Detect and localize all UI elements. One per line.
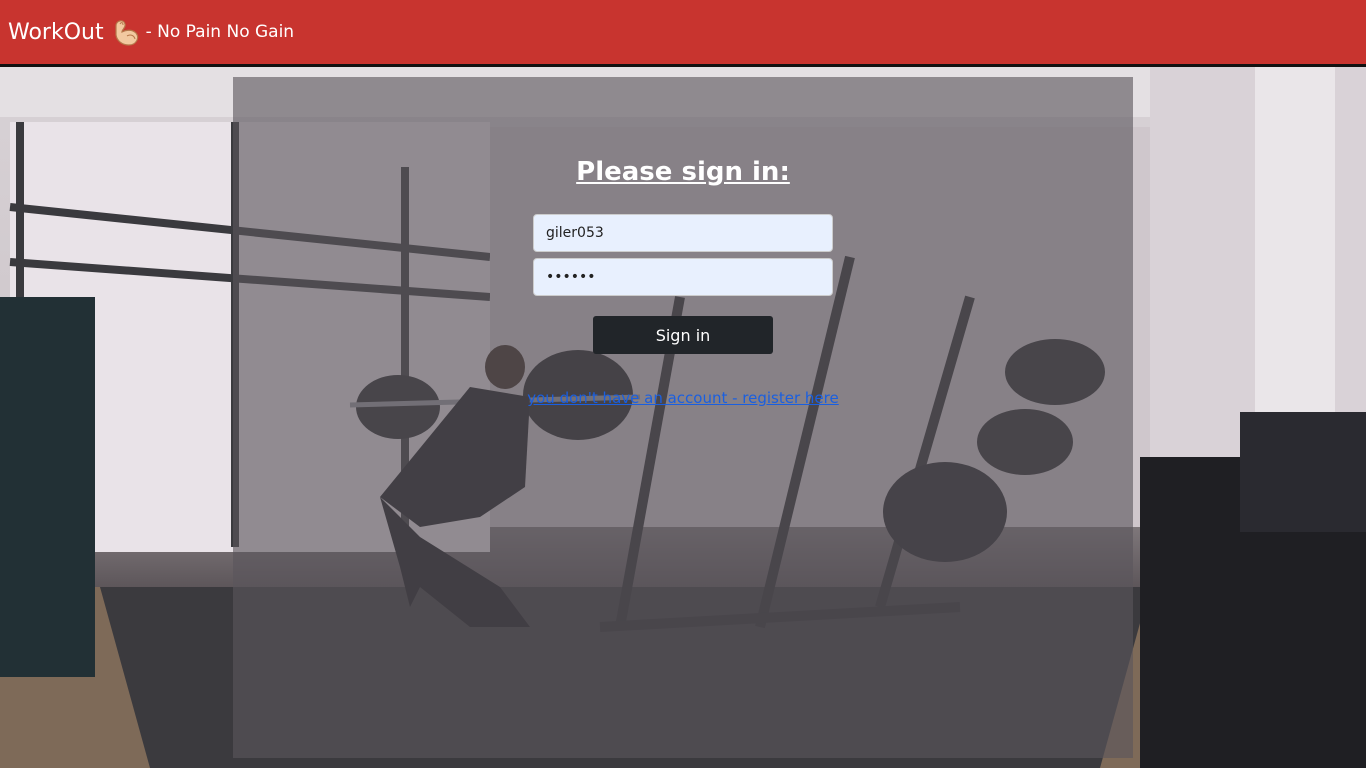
page-title: Please sign in:	[576, 157, 790, 187]
username-input[interactable]	[533, 214, 833, 252]
register-link[interactable]: you don't have an account - register her…	[233, 389, 1133, 407]
brand[interactable]: WorkOut - No Pain No Gain	[8, 16, 294, 48]
brand-tagline: - No Pain No Gain	[145, 22, 295, 42]
password-input[interactable]	[533, 258, 833, 296]
login-panel: Please sign in: Sign in you don't have a…	[233, 77, 1133, 758]
sign-in-button[interactable]: Sign in	[593, 316, 773, 354]
navbar: WorkOut - No Pain No Gain	[0, 0, 1366, 67]
flexed-bicep-icon	[110, 16, 142, 48]
brand-name: WorkOut	[8, 19, 104, 45]
